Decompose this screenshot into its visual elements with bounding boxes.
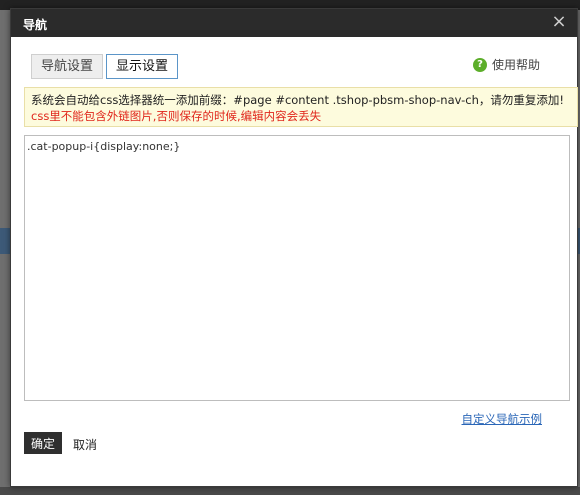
- confirm-button[interactable]: 确定: [24, 432, 62, 454]
- tab-display-settings[interactable]: 显示设置: [106, 54, 179, 79]
- dialog-titlebar: 导航 ×: [11, 9, 577, 37]
- tab-nav-settings[interactable]: 导航设置: [31, 54, 104, 79]
- css-editor[interactable]: .cat-popup-i{display:none;}: [24, 135, 570, 401]
- close-icon[interactable]: ×: [550, 12, 568, 32]
- notice-warning-text: css里不能包含外链图片,否则保存的时候,编辑内容会丢失: [31, 109, 322, 123]
- question-icon: ?: [472, 57, 487, 72]
- dialog-title: 导航: [23, 18, 48, 32]
- notice-prefix-text: 系统会自动给css选择器统一添加前缀：#page #content .tshop…: [31, 93, 564, 107]
- css-notice: 系统会自动给css选择器统一添加前缀：#page #content .tshop…: [24, 87, 578, 127]
- background-page-bottom: [0, 487, 580, 495]
- cancel-button[interactable]: 取消: [73, 436, 97, 453]
- custom-nav-example-link[interactable]: 自定义导航示例: [462, 411, 543, 427]
- help-label: 使用帮助: [491, 58, 540, 72]
- help-link[interactable]: ? 使用帮助: [472, 56, 540, 73]
- nav-dialog: 导航 × 导航设置 显示设置 ? 使用帮助 系统会自动给css选择器统一添加前缀…: [10, 8, 578, 487]
- settings-tabs: 导航设置 显示设置: [31, 54, 181, 79]
